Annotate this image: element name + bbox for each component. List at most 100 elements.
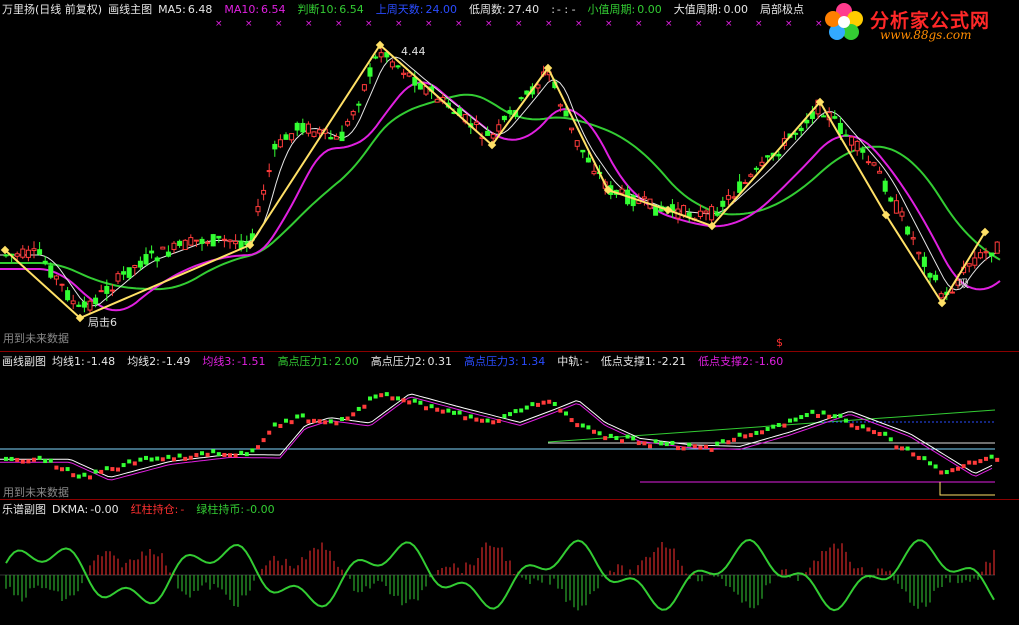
- candle-body: [927, 273, 933, 278]
- main-field-label: 大值周期:: [673, 3, 722, 16]
- oscillator-chart[interactable]: [0, 500, 1019, 625]
- candle-body: [367, 67, 373, 77]
- sub-candle: [71, 473, 76, 478]
- candle-body: [490, 133, 496, 139]
- sub-candle: [608, 433, 613, 438]
- main-chart-header: 万里扬(日线 前复权) 画线主图 MA5: 6.48 MA10: 6.54 判断10: 6.5…: [2, 3, 824, 16]
- candle-body: [798, 127, 804, 132]
- sub-candle: [720, 439, 725, 444]
- top-x-marker: ×: [665, 19, 673, 29]
- sub-candle: [37, 455, 42, 460]
- sub-field-label: 高点压力2:: [370, 355, 426, 368]
- candle-body: [261, 189, 267, 195]
- sub-candle: [272, 422, 277, 427]
- osc-field-2: 绿柱持币: -0.00: [196, 503, 280, 516]
- candle-body: [126, 267, 132, 278]
- candle-body: [748, 174, 754, 177]
- sub-candle: [894, 445, 899, 450]
- sub-candle: [922, 456, 927, 461]
- ma10-line: [0, 81, 1001, 312]
- main-chart-pane[interactable]: × × × × × × × × × × × × × × × × × × × × × 万里扬(日线 前复权) 画线主图 MA5…: [0, 0, 1019, 352]
- top-x-marker: ×: [695, 19, 703, 29]
- candle-body: [188, 237, 194, 246]
- sub-field-3: 高点压力1: 2.00: [278, 355, 365, 368]
- sub-candle: [216, 452, 221, 457]
- osc-chart-header: 乐谱副图 DKMA: -0.00 红柱持仓: - 绿柱持币: -0.00: [2, 503, 293, 516]
- sub-candle: [172, 457, 176, 462]
- candle-body: [165, 251, 171, 257]
- sub-candle: [995, 457, 1000, 462]
- sub-candle: [748, 433, 753, 438]
- sub-field-label: 均线2:: [127, 355, 160, 368]
- candle-body: [882, 180, 888, 192]
- candle-body: [221, 238, 227, 241]
- sub-candle: [407, 400, 412, 405]
- sub-candle: [200, 451, 204, 456]
- sub-candle: [799, 415, 804, 420]
- ma5-line: [0, 56, 1001, 307]
- sub-candle: [396, 396, 400, 401]
- candle-body: [843, 134, 849, 137]
- sub-field-label: 中轨:: [557, 355, 583, 368]
- top-x-marker: ×: [395, 19, 403, 29]
- sub-field-value: 1.34: [520, 355, 546, 368]
- sub-candle: [552, 402, 557, 407]
- main-field-2: 判断10: 6.54: [298, 3, 370, 16]
- main-field-value: 6.54: [261, 3, 286, 16]
- top-x-marker: ×: [575, 19, 583, 29]
- sub-candle: [804, 413, 809, 418]
- sub-candle: [446, 408, 451, 413]
- sub-field-label: 均线3:: [202, 355, 236, 368]
- candle-body: [70, 300, 76, 305]
- stock-title: 万里扬(日线 前复权): [2, 3, 103, 16]
- sub-candle: [636, 441, 641, 446]
- sub-field-label: 低点支撑2:: [698, 355, 753, 368]
- sub-candle: [939, 470, 944, 475]
- sub-chart-pane[interactable]: 画线副图 均线1: -1.48 均线2: -1.49 均线3: -1.51 高点压力1: 2.0…: [0, 352, 1019, 500]
- candle-body: [518, 97, 524, 100]
- sub-candle: [782, 423, 787, 428]
- sub-candle: [620, 439, 624, 444]
- candle-body: [350, 111, 356, 116]
- candle-body: [501, 115, 507, 121]
- sub-indicator-chart[interactable]: [0, 352, 1019, 500]
- sub-candle: [709, 447, 714, 452]
- sub-candle: [261, 438, 266, 443]
- sub-candle: [368, 396, 372, 401]
- sub-candle: [390, 396, 395, 401]
- main-field-label: :: [551, 3, 555, 16]
- oscillator-pane[interactable]: 乐谱副图 DKMA: -0.00 红柱持仓: - 绿柱持币: -0.00: [0, 500, 1019, 625]
- sub-candle: [362, 404, 367, 409]
- candle-body: [300, 122, 306, 133]
- sub-candle: [211, 449, 216, 454]
- sub-candle: [821, 410, 826, 415]
- sub-candle: [468, 414, 473, 419]
- sub-candle: [267, 430, 272, 435]
- main-price-chart[interactable]: × × × × × × × × × × × × × × × × × × × × ×: [0, 0, 1019, 352]
- sub-candle: [418, 400, 423, 405]
- candle-body: [121, 271, 127, 275]
- sub-field-5: 高点压力3: 1.34: [464, 355, 551, 368]
- main-field-8: 局部极点: [760, 3, 812, 16]
- sub-candle: [65, 467, 70, 472]
- main-field-value: 0.00: [637, 3, 662, 16]
- sub-candle: [905, 446, 910, 451]
- sub-candle: [984, 456, 988, 461]
- sub-candle: [692, 444, 697, 449]
- avg-line-1: [0, 393, 993, 478]
- candle-body: [977, 252, 983, 259]
- sub-candle: [888, 437, 893, 442]
- sub-candle: [20, 459, 25, 464]
- sub-candle: [810, 409, 815, 414]
- main-field-value: 24.00: [425, 3, 457, 16]
- sub-field-value: -1.48: [86, 355, 116, 368]
- candle-body: [289, 133, 295, 141]
- osc-field-value: -0.00: [90, 503, 119, 516]
- sub-candle: [502, 414, 507, 419]
- sub-candle: [323, 420, 328, 425]
- candle-body: [104, 285, 110, 294]
- candle-body: [361, 84, 367, 91]
- sub-candle: [166, 454, 171, 459]
- main-field-value: 6.48: [187, 3, 213, 16]
- sub-field-value: -1.51: [237, 355, 266, 368]
